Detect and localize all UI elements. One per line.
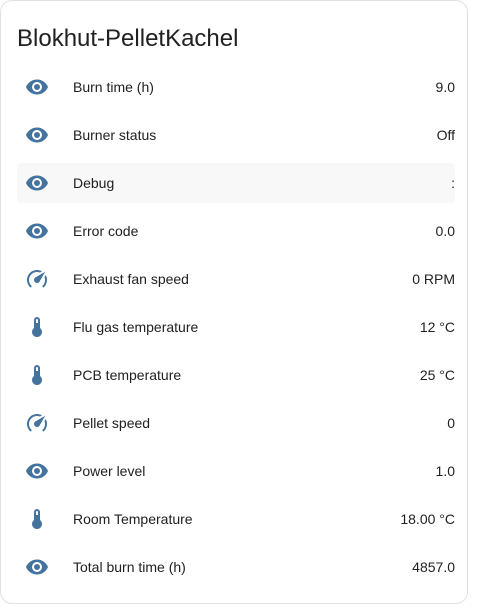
entity-state: 18.00 °C (400, 511, 455, 527)
eye-icon (17, 211, 57, 251)
entity-row-burner-status[interactable]: Burner status Off (17, 115, 455, 155)
entity-row-exhaust-fan-speed[interactable]: Exhaust fan speed 0 RPM (17, 259, 455, 299)
entity-row-power-level[interactable]: Power level 1.0 (17, 451, 455, 491)
entity-row-pellet-speed[interactable]: Pellet speed 0 (17, 403, 455, 443)
entity-name: Debug (73, 175, 115, 191)
eye-icon (17, 547, 57, 587)
entity-row-room-temperature[interactable]: Room Temperature 18.00 °C (17, 499, 455, 539)
entity-name: Flu gas temperature (73, 319, 199, 335)
gauge-icon (17, 259, 57, 299)
entity-name: Burner status (73, 127, 157, 143)
entity-state: 25 °C (419, 367, 455, 383)
entity-list: Burn time (h) 9.0 Burner status Off Debu… (17, 67, 455, 595)
entity-state: Off (436, 127, 455, 143)
entity-state: 0 (447, 415, 455, 431)
entity-state: 1.0 (435, 463, 455, 479)
entity-row-error-code[interactable]: Error code 0.0 (17, 211, 455, 251)
entity-row-pcb-temperature[interactable]: PCB temperature 25 °C (17, 355, 455, 395)
entity-name: Error code (73, 223, 139, 239)
entity-name: Burn time (h) (73, 79, 154, 95)
thermometer-icon (17, 355, 57, 395)
entity-state: 4857.0 (412, 559, 455, 575)
entity-state: 12 °C (419, 319, 455, 335)
entity-name: Total burn time (h) (73, 559, 186, 575)
entity-name: Exhaust fan speed (73, 271, 189, 287)
entities-card: Blokhut-PelletKachel Burn time (h) 9.0 B… (0, 0, 468, 604)
thermometer-icon (17, 499, 57, 539)
eye-icon (17, 451, 57, 491)
eye-icon (17, 67, 57, 107)
entity-name: Power level (73, 463, 146, 479)
entity-row-total-burn-time[interactable]: Total burn time (h) 4857.0 (17, 547, 455, 587)
thermometer-icon (17, 307, 57, 347)
entity-name: PCB temperature (73, 367, 182, 383)
eye-icon (17, 115, 57, 155)
entity-state: : (451, 175, 455, 191)
entity-row-burn-time[interactable]: Burn time (h) 9.0 (17, 67, 455, 107)
entity-row-debug[interactable]: Debug : (17, 163, 455, 203)
gauge-icon (17, 403, 57, 443)
eye-icon (17, 163, 57, 203)
entity-state: 9.0 (435, 79, 455, 95)
card-title: Blokhut-PelletKachel (17, 25, 239, 52)
entity-state: 0 RPM (412, 271, 455, 287)
entity-state: 0.0 (435, 223, 455, 239)
entity-row-flu-gas-temperature[interactable]: Flu gas temperature 12 °C (17, 307, 455, 347)
entity-name: Room Temperature (73, 511, 193, 527)
entity-name: Pellet speed (73, 415, 151, 431)
